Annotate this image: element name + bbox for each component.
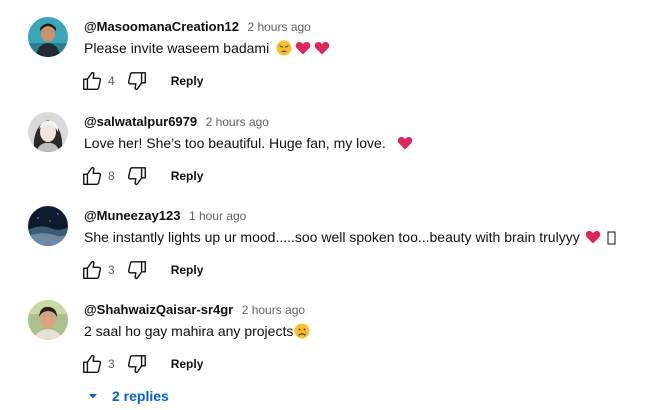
comment-actions: 3 Reply (80, 258, 203, 282)
comment-actions: 4 Reply (80, 69, 203, 93)
like-button[interactable] (80, 69, 104, 93)
comment-text: Please invite waseem badami (84, 40, 270, 56)
like-count: 3 (108, 357, 115, 371)
avatar-image (28, 300, 68, 340)
thumbs-down-icon (127, 167, 146, 186)
avatar-image (28, 17, 68, 57)
comment-thread: @ShahwaizQaisar-sr4gr 2 hours ago 2 saal… (0, 300, 649, 394)
reply-button[interactable]: Reply (171, 74, 204, 88)
comment-timestamp[interactable]: 2 hours ago (247, 20, 310, 34)
missing-glyph-icon (607, 230, 616, 250)
comment-thread: @salwatalpur6979 2 hours ago Love her! S… (0, 112, 649, 206)
avatar-image (28, 206, 68, 246)
dislike-button[interactable] (125, 352, 149, 376)
comment-thread: @Muneezay123 1 hour ago She instantly li… (0, 206, 649, 300)
comment-timestamp[interactable]: 1 hour ago (189, 209, 246, 223)
thumbs-up-icon (83, 166, 102, 185)
comment-timestamp[interactable]: 2 hours ago (242, 303, 305, 317)
comments-section: @MasoomanaCreation12 2 hours ago Please … (0, 0, 649, 410)
like-button[interactable] (80, 258, 104, 282)
like-count: 3 (108, 263, 115, 277)
comment-author[interactable]: @Muneezay123 (84, 208, 181, 223)
red-heart-emoji-icon (295, 40, 311, 61)
thumbs-down-icon (127, 355, 146, 374)
thumbs-up-icon (83, 354, 102, 373)
thumbs-up-icon (83, 260, 102, 279)
comment-text-row: She instantly lights up ur mood.....soo … (84, 227, 616, 250)
dislike-button[interactable] (125, 164, 149, 188)
thumbs-down-icon (127, 72, 146, 91)
comment-header: @MasoomanaCreation12 2 hours ago (84, 18, 311, 36)
dislike-button[interactable] (125, 258, 149, 282)
thumbs-up-icon (83, 71, 102, 90)
replies-label: 2 replies (112, 388, 169, 404)
reply-button[interactable]: Reply (171, 357, 204, 371)
comment-text-row: 2 saal ho gay mahira any projects (84, 321, 310, 344)
like-button[interactable] (80, 352, 104, 376)
comment-author[interactable]: @MasoomanaCreation12 (84, 19, 239, 34)
avatar[interactable] (28, 17, 68, 57)
like-button[interactable] (80, 164, 104, 188)
comment-thread: @MasoomanaCreation12 2 hours ago Please … (0, 17, 649, 111)
comment-header: @ShahwaizQaisar-sr4gr 2 hours ago (84, 301, 305, 319)
comment-text-row: Love her! She’s too beautiful. Huge fan,… (84, 133, 413, 156)
comment-header: @salwatalpur6979 2 hours ago (84, 113, 269, 131)
reply-button[interactable]: Reply (171, 263, 204, 277)
thumbs-down-icon (127, 261, 146, 280)
red-heart-emoji-icon (585, 229, 601, 250)
comment-text-row: Please invite waseem badami (84, 38, 330, 61)
reply-button[interactable]: Reply (171, 169, 204, 183)
weary-face-emoji-icon (276, 40, 292, 61)
dislike-button[interactable] (125, 69, 149, 93)
avatar[interactable] (28, 112, 68, 152)
avatar[interactable] (28, 206, 68, 246)
comment-timestamp[interactable]: 2 hours ago (206, 115, 269, 129)
caret-down-icon (89, 394, 97, 399)
comment-author[interactable]: @ShahwaizQaisar-sr4gr (84, 302, 233, 317)
avatar-image (28, 112, 68, 152)
comment-actions: 3 Reply (80, 352, 203, 376)
comment-header: @Muneezay123 1 hour ago (84, 207, 246, 225)
comment-author[interactable]: @salwatalpur6979 (84, 114, 197, 129)
like-count: 8 (108, 169, 115, 183)
view-replies-button[interactable]: 2 replies (86, 384, 169, 408)
comment-text: Love her! She’s too beautiful. Huge fan,… (84, 135, 386, 151)
sad-face-emoji-icon (294, 323, 310, 344)
red-heart-emoji-icon (314, 40, 330, 61)
comment-text: 2 saal ho gay mahira any projects (84, 323, 294, 339)
avatar[interactable] (28, 300, 68, 340)
comment-actions: 8 Reply (80, 164, 203, 188)
comment-text: She instantly lights up ur mood.....soo … (84, 229, 580, 245)
like-count: 4 (108, 74, 115, 88)
red-heart-emoji-icon (397, 135, 413, 156)
